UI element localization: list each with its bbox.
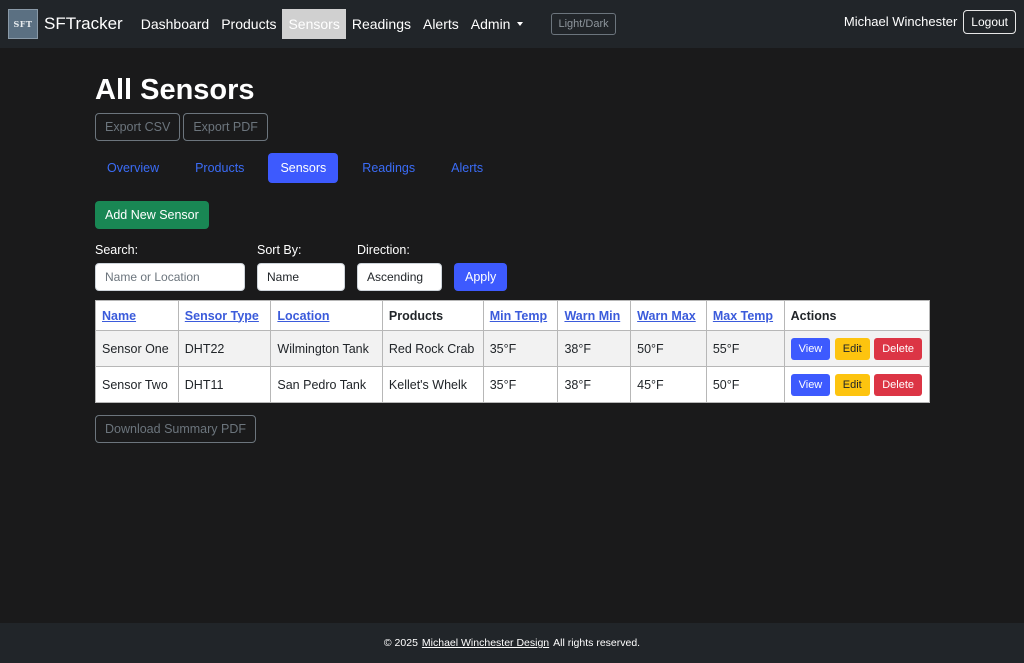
delete-button[interactable]: Delete bbox=[874, 373, 922, 396]
header-min-temp[interactable]: Min Temp bbox=[482, 300, 559, 331]
view-button[interactable]: View bbox=[790, 337, 831, 360]
table-row: Sensor One DHT22 Wilmington Tank Red Roc… bbox=[95, 330, 931, 367]
direction-label: Direction: bbox=[357, 243, 410, 257]
search-group: Search: Name or Location bbox=[95, 243, 245, 291]
footer-link[interactable]: Michael Winchester Design bbox=[422, 637, 549, 649]
cell-max-temp: 50°F bbox=[705, 366, 785, 403]
add-new-sensor-button[interactable]: Add New Sensor bbox=[95, 201, 209, 229]
theme-toggle-button[interactable]: Light/Dark bbox=[551, 13, 616, 35]
header-sensor-type[interactable]: Sensor Type bbox=[177, 300, 272, 331]
table-row: Sensor Two DHT11 San Pedro Tank Kellet's… bbox=[95, 366, 931, 403]
tab-products[interactable]: Products bbox=[183, 153, 256, 183]
sort-link-sensor-type[interactable]: Sensor Type bbox=[185, 309, 259, 323]
cell-actions: View Edit Delete bbox=[783, 366, 931, 403]
cell-min-temp: 35°F bbox=[482, 330, 559, 367]
export-pdf-button[interactable]: Export PDF bbox=[183, 113, 268, 141]
cell-location: Wilmington Tank bbox=[270, 330, 383, 367]
footer: © 2025 Michael Winchester Design All rig… bbox=[0, 623, 1024, 663]
header-name[interactable]: Name bbox=[95, 300, 179, 331]
nav-link-admin-label: Admin bbox=[470, 16, 511, 32]
sort-link-name[interactable]: Name bbox=[102, 309, 136, 323]
tab-sensors[interactable]: Sensors bbox=[268, 153, 339, 183]
nav-link-alerts[interactable]: Alerts bbox=[417, 9, 465, 39]
header-location[interactable]: Location bbox=[270, 300, 383, 331]
nav-link-sensors[interactable]: Sensors bbox=[282, 9, 346, 39]
cell-name: Sensor One bbox=[95, 330, 179, 367]
direction-group: Direction: Ascending bbox=[357, 243, 442, 291]
brand-logo[interactable]: SFT bbox=[8, 9, 38, 39]
brand[interactable]: SFT SFTracker bbox=[8, 9, 123, 39]
user-name: Michael Winchester bbox=[843, 14, 958, 29]
section-tabs: Overview Products Sensors Readings Alert… bbox=[95, 153, 507, 183]
logout-button[interactable]: Logout bbox=[963, 10, 1016, 34]
table-header-row: Name Sensor Type Location Products Min T… bbox=[95, 300, 931, 331]
user-area: Michael Winchester Logout bbox=[844, 10, 1016, 34]
header-warn-max[interactable]: Warn Max bbox=[630, 300, 707, 331]
delete-button[interactable]: Delete bbox=[874, 337, 922, 360]
cell-products: Red Rock Crab bbox=[381, 330, 484, 367]
header-warn-min[interactable]: Warn Min bbox=[557, 300, 632, 331]
navbar: SFT SFTracker Dashboard Products Sensors… bbox=[0, 0, 1024, 48]
cell-sensor-type: DHT11 bbox=[177, 366, 272, 403]
view-button[interactable]: View bbox=[790, 373, 831, 396]
cell-warn-max: 45°F bbox=[630, 366, 707, 403]
cell-min-temp: 35°F bbox=[482, 366, 559, 403]
search-input[interactable]: Name or Location bbox=[95, 263, 245, 291]
filter-form: Search: Name or Location Sort By: Name D… bbox=[95, 243, 508, 291]
cell-warn-max: 50°F bbox=[630, 330, 707, 367]
nav-links: Dashboard Products Sensors Readings Aler… bbox=[135, 9, 530, 39]
sort-link-warn-max[interactable]: Warn Max bbox=[637, 309, 696, 323]
tab-overview[interactable]: Overview bbox=[95, 153, 171, 183]
nav-link-readings[interactable]: Readings bbox=[346, 9, 417, 39]
brand-name[interactable]: SFTracker bbox=[44, 14, 123, 34]
cell-actions: View Edit Delete bbox=[783, 330, 931, 367]
cell-warn-min: 38°F bbox=[557, 366, 632, 403]
nav-link-products[interactable]: Products bbox=[215, 9, 282, 39]
footer-copyright: © 2025 bbox=[383, 637, 418, 649]
sort-label: Sort By: bbox=[257, 243, 302, 257]
sensors-table: Name Sensor Type Location Products Min T… bbox=[95, 300, 931, 403]
tab-readings[interactable]: Readings bbox=[350, 153, 427, 183]
sort-link-warn-min[interactable]: Warn Min bbox=[564, 309, 620, 323]
header-products: Products bbox=[381, 300, 484, 331]
header-actions: Actions bbox=[783, 300, 931, 331]
sort-link-max-temp[interactable]: Max Temp bbox=[713, 309, 773, 323]
export-buttons: Export CSV Export PDF bbox=[95, 113, 271, 141]
edit-button[interactable]: Edit bbox=[834, 373, 870, 396]
sort-group: Sort By: Name bbox=[257, 243, 345, 291]
download-summary-pdf-button[interactable]: Download Summary PDF bbox=[95, 415, 257, 443]
cell-name: Sensor Two bbox=[95, 366, 179, 403]
nav-dropdown-admin[interactable]: Admin bbox=[465, 9, 530, 39]
search-label: Search: bbox=[95, 243, 139, 257]
sort-link-min-temp[interactable]: Min Temp bbox=[490, 309, 547, 323]
cell-location: San Pedro Tank bbox=[270, 366, 383, 403]
apply-button[interactable]: Apply bbox=[454, 263, 508, 291]
cell-warn-min: 38°F bbox=[557, 330, 632, 367]
page-title: All Sensors bbox=[95, 74, 255, 106]
sort-link-location[interactable]: Location bbox=[277, 309, 329, 323]
direction-select[interactable]: Ascending bbox=[357, 263, 442, 291]
tab-alerts[interactable]: Alerts bbox=[439, 153, 495, 183]
cell-max-temp: 55°F bbox=[705, 330, 785, 367]
footer-rights: All rights reserved. bbox=[553, 637, 641, 649]
export-csv-button[interactable]: Export CSV bbox=[95, 113, 181, 141]
edit-button[interactable]: Edit bbox=[834, 337, 870, 360]
header-max-temp[interactable]: Max Temp bbox=[705, 300, 785, 331]
nav-link-dashboard[interactable]: Dashboard bbox=[135, 9, 216, 39]
caret-down-icon bbox=[517, 22, 524, 26]
cell-sensor-type: DHT22 bbox=[177, 330, 272, 367]
cell-products: Kellet's Whelk bbox=[381, 366, 484, 403]
sort-by-select[interactable]: Name bbox=[257, 263, 345, 291]
